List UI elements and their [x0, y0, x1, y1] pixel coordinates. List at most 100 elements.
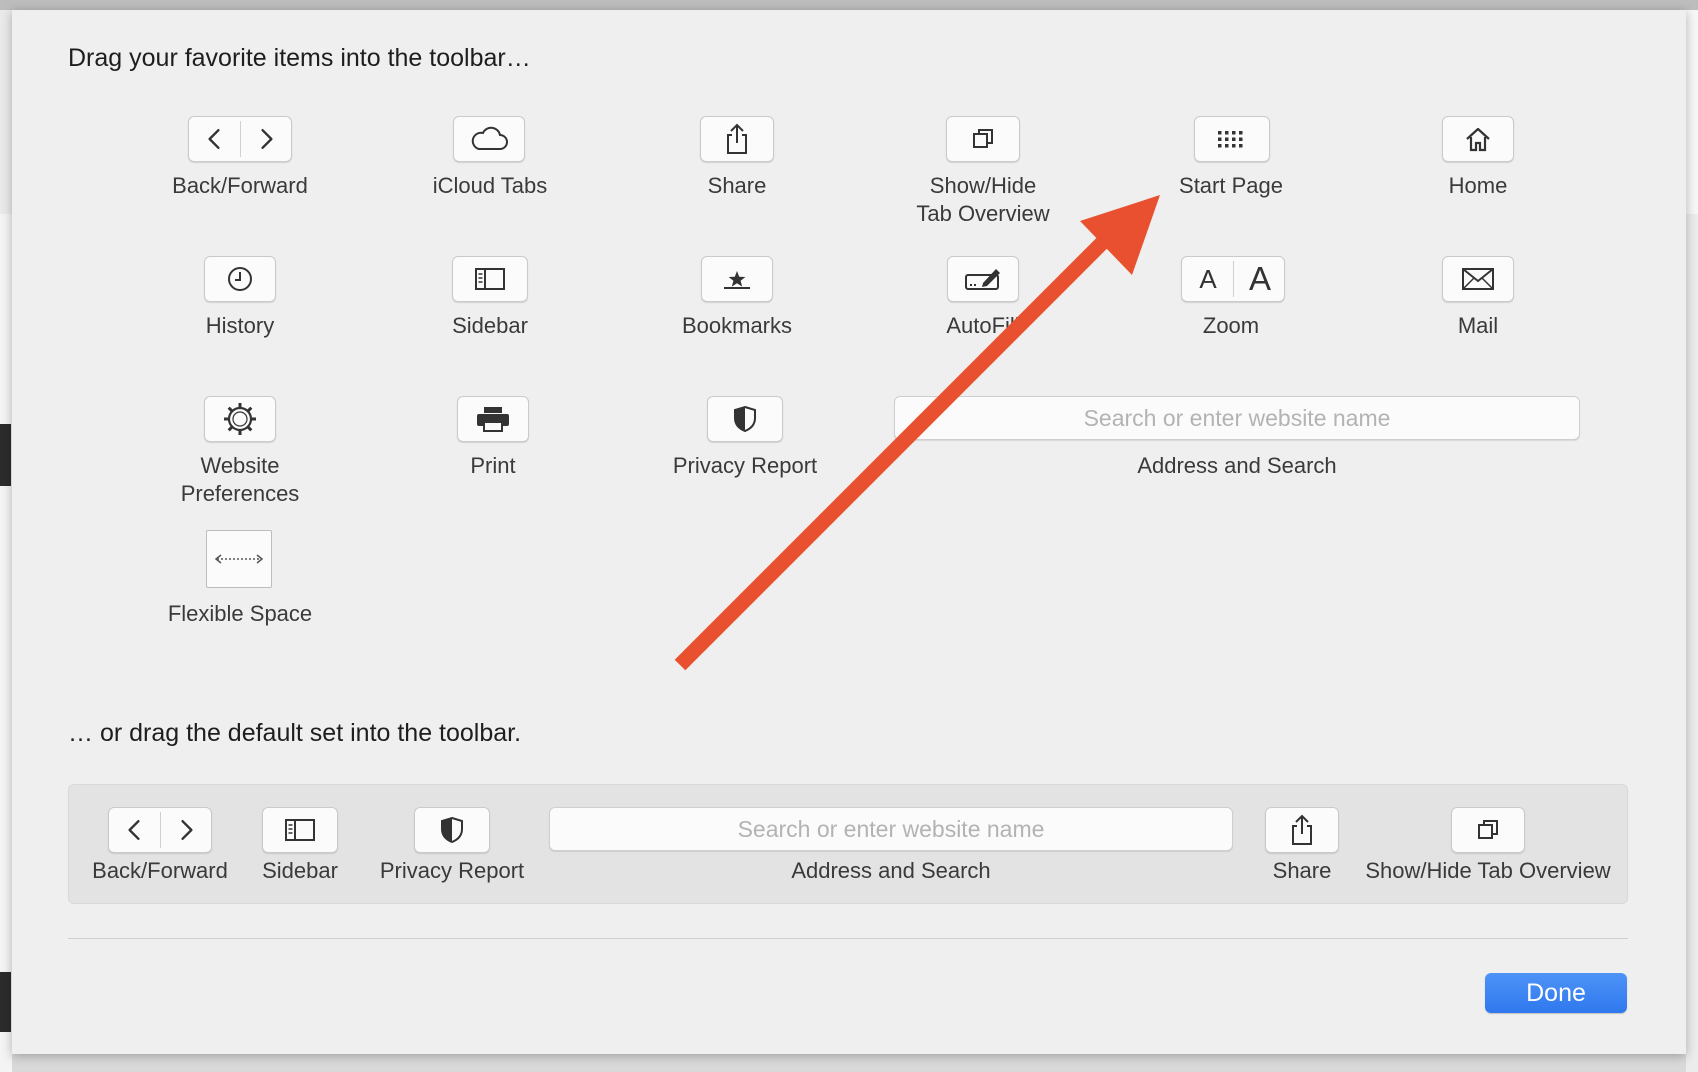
- default-item-label: Share: [1272, 858, 1332, 883]
- back-forward-button[interactable]: [108, 807, 212, 853]
- palette-item-privacy-report[interactable]: Privacy Report: [647, 396, 843, 478]
- background-dark-block: [0, 424, 11, 486]
- palette-item-label: History: [205, 313, 275, 338]
- printer-icon: [477, 407, 509, 432]
- sidebar-icon: [285, 819, 315, 841]
- default-item-label: Back/Forward: [92, 858, 228, 883]
- default-item-label: Address and Search: [791, 858, 991, 883]
- palette-item-mail[interactable]: Mail: [1380, 256, 1576, 338]
- address-search-field[interactable]: Search or enter website name: [549, 807, 1233, 851]
- background-window-left-band: [0, 10, 12, 214]
- separator: [68, 938, 1628, 939]
- palette-item-home[interactable]: Home: [1380, 116, 1576, 198]
- privacy-report-button[interactable]: [707, 396, 783, 442]
- shield-icon: [441, 816, 463, 844]
- back-forward-button[interactable]: [188, 116, 292, 162]
- palette-item-label: Privacy Report: [672, 453, 818, 478]
- print-button[interactable]: [457, 396, 529, 442]
- done-button[interactable]: Done: [1485, 973, 1627, 1013]
- palette-item-label: Back/Forward: [172, 173, 308, 198]
- cloud-icon: [471, 126, 508, 150]
- palette-item-label: Share: [707, 173, 767, 198]
- share-icon: [727, 123, 747, 154]
- customize-toolbar-sheet: Drag your favorite items into the toolba…: [12, 10, 1686, 1054]
- segment-divider: [160, 812, 161, 848]
- palette-item-address-search[interactable]: Search or enter website name Address and…: [894, 396, 1580, 478]
- palette-item-label: AutoFill: [946, 313, 1020, 338]
- default-item-share[interactable]: Share: [1252, 807, 1352, 897]
- palette-item-autofill[interactable]: AutoFill: [885, 256, 1081, 338]
- sidebar-icon: [475, 268, 505, 290]
- palette-item-label: Website: [200, 453, 280, 478]
- palette-item-back-forward[interactable]: Back/Forward: [147, 116, 333, 198]
- grid-icon: [1218, 131, 1243, 148]
- palette-item-label: Preferences: [180, 481, 300, 506]
- palette-item-label: Flexible Space: [167, 601, 313, 626]
- default-item-back-forward[interactable]: Back/Forward: [85, 807, 235, 897]
- tab-overview-button[interactable]: [946, 116, 1020, 162]
- segment-divider: [240, 121, 241, 157]
- palette-item-tab-overview[interactable]: Show/Hide Tab Overview: [885, 116, 1081, 226]
- palette-item-label: Show/Hide: [929, 173, 1037, 198]
- palette-item-label: Bookmarks: [681, 313, 793, 338]
- mail-button[interactable]: [1442, 256, 1514, 302]
- tab-overview-icon: [973, 129, 993, 148]
- address-search-field[interactable]: Search or enter website name: [894, 396, 1580, 440]
- history-button[interactable]: [204, 256, 276, 302]
- tab-overview-button[interactable]: [1451, 807, 1525, 853]
- default-item-label: Sidebar: [262, 858, 338, 883]
- palette-item-label: Zoom: [1202, 313, 1260, 338]
- zoom-in-glyph[interactable]: A: [1234, 256, 1286, 302]
- default-item-privacy-report[interactable]: Privacy Report: [367, 807, 537, 897]
- default-item-sidebar[interactable]: Sidebar: [245, 807, 355, 897]
- icloud-tabs-button[interactable]: [453, 116, 525, 162]
- tab-overview-icon: [1478, 820, 1498, 839]
- privacy-report-button[interactable]: [414, 807, 490, 853]
- envelope-icon: [1462, 268, 1494, 290]
- palette-item-label: iCloud Tabs: [432, 173, 548, 198]
- sidebar-button[interactable]: [452, 256, 528, 302]
- default-item-address-search[interactable]: Search or enter website name Address and…: [549, 807, 1233, 897]
- default-item-label: Show/Hide Tab Overview: [1365, 858, 1611, 883]
- background-window-right-band: [1686, 10, 1698, 214]
- palette-item-label: Mail: [1457, 313, 1499, 338]
- palette-item-label: Sidebar: [452, 313, 528, 338]
- autofill-button[interactable]: [947, 256, 1019, 302]
- palette-heading: Drag your favorite items into the toolba…: [68, 44, 531, 72]
- website-preferences-button[interactable]: [204, 396, 276, 442]
- flexible-space-button[interactable]: [206, 530, 272, 588]
- bookmarks-button[interactable]: [701, 256, 773, 302]
- home-button[interactable]: [1442, 116, 1514, 162]
- palette-item-history[interactable]: History: [142, 256, 338, 338]
- palette-item-print[interactable]: Print: [395, 396, 591, 478]
- palette-item-label: Address and Search: [1137, 453, 1337, 478]
- palette-item-label: Tab Overview: [916, 201, 1050, 226]
- start-page-button[interactable]: [1194, 116, 1270, 162]
- background-window-edge: [0, 0, 1698, 10]
- autofill-pencil-icon: [965, 269, 1000, 290]
- flexible-space-arrow-icon: [214, 554, 264, 564]
- palette-item-share[interactable]: Share: [639, 116, 835, 198]
- palette-item-label: Print: [470, 453, 516, 478]
- palette-item-icloud-tabs[interactable]: iCloud Tabs: [392, 116, 588, 198]
- default-set-heading: … or drag the default set into the toolb…: [68, 719, 522, 747]
- palette-item-bookmarks[interactable]: Bookmarks: [639, 256, 835, 338]
- sidebar-button[interactable]: [262, 807, 338, 853]
- zoom-button[interactable]: A A: [1181, 256, 1285, 302]
- default-item-tab-overview[interactable]: Show/Hide Tab Overview: [1354, 807, 1622, 897]
- zoom-out-glyph[interactable]: A: [1182, 256, 1234, 302]
- default-item-label: Privacy Report: [379, 858, 525, 883]
- default-toolbar-set[interactable]: Back/Forward Sidebar Privacy Report Sear…: [68, 784, 1628, 904]
- palette-item-start-page[interactable]: Start Page: [1133, 116, 1329, 198]
- palette-item-zoom[interactable]: A A Zoom: [1133, 256, 1329, 338]
- palette-item-website-preferences[interactable]: Website Preferences: [142, 396, 338, 506]
- gear-icon: [224, 403, 256, 435]
- clock-icon: [228, 267, 252, 291]
- palette-item-sidebar[interactable]: Sidebar: [392, 256, 588, 338]
- home-icon: [1466, 127, 1490, 152]
- palette-item-flexible-space[interactable]: Flexible Space: [142, 530, 338, 630]
- bookmark-star-icon: [724, 271, 750, 289]
- share-button[interactable]: [1265, 807, 1339, 853]
- share-button[interactable]: [700, 116, 774, 162]
- shield-icon: [734, 405, 756, 433]
